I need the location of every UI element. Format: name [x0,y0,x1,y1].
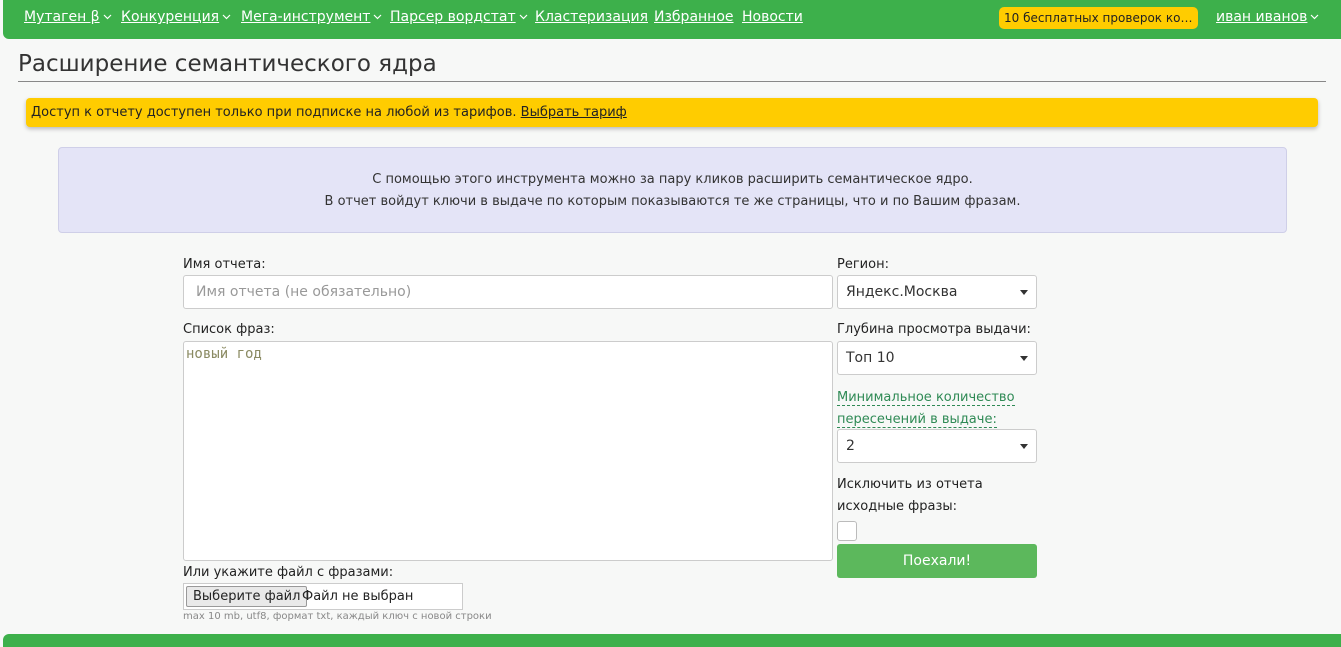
choose-tariff-link[interactable]: Выбрать тариф [521,105,627,120]
footer-bar [3,634,1341,647]
subscription-alert: Доступ к отчету доступен только при подп… [26,98,1318,127]
exclude-label-line-2: исходные фразы: [837,499,958,514]
nav-item-news[interactable]: Новости [742,9,803,25]
nav-item-label: Парсер вордстат [390,9,516,25]
nav-item-clustering[interactable]: Кластеризация [535,9,648,25]
file-status: Файл не выбран [302,589,414,604]
user-name: иван иванов [1216,9,1308,25]
dropdown-arrow-icon [1020,356,1028,361]
nav-item-competition[interactable]: Конкуренция [121,9,231,25]
exclude-source-phrases-checkbox[interactable] [837,521,857,541]
min-intersections-select[interactable]: 2 [837,429,1037,463]
nav-item-wordstat-parser[interactable]: Парсер вордстат [390,9,528,25]
region-label: Регион: [837,257,889,272]
choose-file-button[interactable]: Выберите файл [186,586,308,607]
title-divider [18,81,1326,82]
depth-select[interactable]: Топ 10 [837,341,1037,375]
free-checks-badge[interactable]: 10 бесплатных проверок конкурентности [999,7,1198,29]
chevron-down-icon [519,14,528,20]
file-input[interactable]: Выберите файл Файл не выбран [183,583,463,610]
nav-item-label: Мутаген β [24,9,100,25]
nav-item-label: Мега-инструмент [241,9,371,25]
alert-text: Доступ к отчету доступен только при подп… [31,105,517,120]
report-name-input[interactable] [183,275,833,309]
dropdown-arrow-icon [1020,290,1028,295]
nav-item-label: Конкуренция [121,9,220,25]
file-label: Или укажите файл с фразами: [183,565,394,580]
nav-item-mutagen[interactable]: Мутаген β [24,9,112,25]
report-name-label: Имя отчета: [183,257,266,272]
info-line-1: С помощью этого инструмента можно за пар… [372,172,973,187]
submit-button[interactable]: Поехали! [837,544,1037,578]
chevron-down-icon [373,14,382,20]
region-select[interactable]: Яндекс.Москва [837,275,1037,309]
min-intersections-value: 2 [846,438,855,454]
chevron-down-icon [1310,14,1319,20]
min-intersections-help-link[interactable]: Минимальное количество пересечений в выд… [837,387,1027,431]
phrases-textarea[interactable]: новый год [183,341,833,561]
file-hint: max 10 mb, utf8, формат txt, каждый ключ… [183,611,492,622]
phrases-label: Список фраз: [183,322,275,337]
info-line-2: В отчет войдут ключи в выдаче по которым… [324,194,1021,209]
depth-value: Топ 10 [846,350,895,366]
nav-item-mega-tool[interactable]: Мега-инструмент [241,9,382,25]
top-navbar: Мутаген β Конкуренция Мега-инструмент Па… [3,0,1341,39]
chevron-down-icon [103,14,112,20]
dropdown-arrow-icon [1020,444,1028,449]
depth-label: Глубина просмотра выдачи: [837,322,1031,337]
nav-item-favorites[interactable]: Избранное [654,9,734,25]
chevron-down-icon [222,14,231,20]
region-value: Яндекс.Москва [846,284,958,300]
user-menu[interactable]: иван иванов [1216,9,1319,25]
exclude-label-line-1: Исключить из отчета [837,477,983,492]
info-box: С помощью этого инструмента можно за пар… [58,147,1287,233]
page-title: Расширение семантического ядра [18,51,437,77]
min-intersections-label: Минимальное количество пересечений в выд… [837,390,1015,428]
